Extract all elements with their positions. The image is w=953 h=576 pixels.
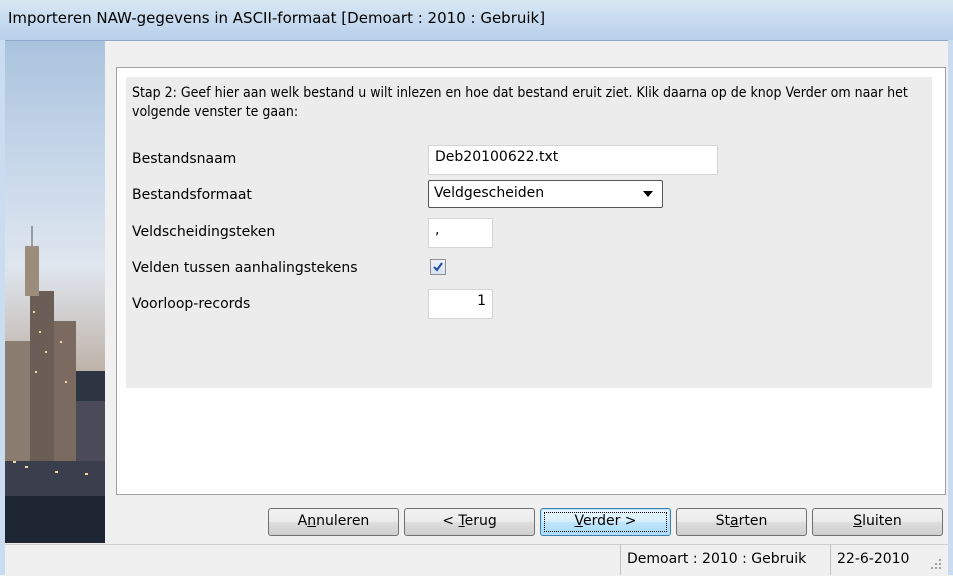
sluiten-button[interactable]: Sluiten [812, 508, 943, 536]
annuleren-button[interactable]: Annuleren [268, 508, 399, 536]
veldscheidingsteken-label: Veldscheidingsteken [132, 224, 276, 240]
title-bar[interactable]: Importeren NAW-gegevens in ASCII-formaat… [0, 0, 953, 41]
bestandsformaat-label: Bestandsformaat [132, 187, 252, 203]
starten-label-pre: St [715, 513, 731, 529]
bestandsformaat-select[interactable]: Veldgescheiden [428, 180, 663, 208]
terug-button[interactable]: < Terug [404, 508, 535, 536]
sluiten-label-post: luiten [862, 513, 902, 529]
annuleren-label-post: nuleren [316, 513, 370, 529]
dialog-window: Importeren NAW-gegevens in ASCII-formaat… [0, 0, 953, 576]
annuleren-label-pre: A [297, 513, 308, 529]
chevron-down-icon[interactable] [643, 191, 653, 197]
annuleren-label-accel: n [307, 513, 317, 529]
status-date: 22-6-2010 [830, 544, 926, 575]
starten-label-accel: a [730, 513, 739, 529]
focus-rectangle [544, 512, 667, 532]
veldscheidingsteken-input[interactable]: , [428, 218, 493, 248]
verder-button[interactable]: Verder > [540, 508, 671, 536]
aanhalingstekens-checkbox[interactable] [430, 259, 446, 275]
status-context: Demoart : 2010 : Gebruik [620, 544, 830, 575]
terug-label-post: erug [464, 513, 497, 529]
window-title: Importeren NAW-gegevens in ASCII-formaat… [8, 9, 546, 27]
checkmark-icon [433, 262, 443, 272]
aanhalingstekens-label: Velden tussen aanhalingstekens [132, 260, 358, 276]
voorloop-records-label: Voorloop-records [132, 296, 251, 312]
starten-button[interactable]: Starten [676, 508, 807, 536]
bestandsformaat-value: Veldgescheiden [434, 185, 545, 201]
bestandsnaam-input[interactable]: Deb20100622.txt [428, 145, 718, 175]
voorloop-records-input[interactable]: 1 [428, 289, 493, 319]
sidebar-city-image [5, 41, 105, 543]
step-instruction: Stap 2: Geef hier aan welk bestand u wil… [132, 85, 908, 120]
terug-label-pre: < [442, 513, 459, 529]
window-frame-right [948, 40, 953, 575]
bestandsnaam-label: Bestandsnaam [132, 151, 237, 167]
starten-label-post: rten [738, 513, 768, 529]
sluiten-label-accel: S [853, 513, 863, 529]
resize-grip-icon[interactable] [930, 558, 942, 570]
